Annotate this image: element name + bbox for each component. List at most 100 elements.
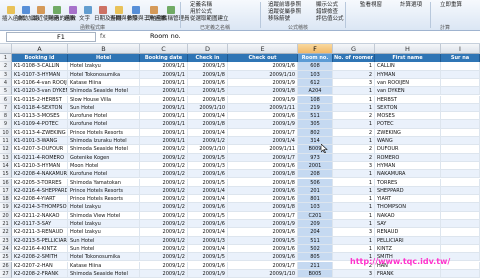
row-header[interactable]: 6 xyxy=(0,95,12,104)
cell[interactable]: SHEPPARD xyxy=(375,186,441,196)
cell[interactable]: Shimoda View Hotel xyxy=(68,211,140,220)
cell[interactable]: 208 xyxy=(298,170,333,179)
cell[interactable]: 2009/1/10 xyxy=(228,269,298,278)
cell[interactable]: K1-0207-3-DUFOUR xyxy=(12,145,68,154)
cell[interactable]: WANG xyxy=(375,137,441,146)
row-header[interactable]: 14 xyxy=(0,161,12,171)
cell[interactable]: 2009/1/8 xyxy=(188,95,228,104)
cell[interactable]: 2009/1/6 xyxy=(188,203,228,212)
column-header-E[interactable]: E xyxy=(228,44,298,54)
row-header[interactable]: 1 xyxy=(0,54,12,63)
ribbon-small-10[interactable]: 計算選項 xyxy=(400,2,422,8)
row-header[interactable]: 15 xyxy=(0,170,12,179)
cell[interactable]: 2009/1/10 xyxy=(188,145,228,154)
cell[interactable]: NAKAMURA xyxy=(375,170,441,179)
ribbon-small-8[interactable]: 評估值公式 xyxy=(316,16,344,22)
ribbon-small-0[interactable]: 定義名稱 xyxy=(190,2,212,8)
cell[interactable]: Sun Hotel xyxy=(68,236,140,245)
cell[interactable]: K2-0208-4-NAKAMURA xyxy=(12,170,68,179)
cell[interactable]: 506 xyxy=(298,178,333,187)
select-all-corner[interactable] xyxy=(0,44,12,54)
header-cell-G[interactable]: No. of roomer xyxy=(333,54,375,63)
cell[interactable]: Kurofune Hotel xyxy=(68,112,140,121)
cell[interactable]: MOSES xyxy=(375,112,441,121)
cell[interactable]: 2009/1/6 xyxy=(188,261,228,270)
cell[interactable]: C201 xyxy=(298,211,333,220)
cell[interactable]: 2009/1/6 xyxy=(228,161,298,171)
cell[interactable]: 2009/1/2 xyxy=(140,236,188,245)
cell[interactable]: K1-0118-4-SEXTON xyxy=(12,103,68,113)
row-header[interactable]: 25 xyxy=(0,253,12,262)
cell[interactable]: 2009/1/2 xyxy=(140,269,188,278)
cell[interactable]: 1 xyxy=(333,62,375,71)
header-cell-I[interactable]: Sur na xyxy=(441,54,480,63)
row-header[interactable]: 11 xyxy=(0,137,12,146)
cell[interactable]: 2001 xyxy=(298,161,333,171)
cell[interactable]: K2-0216-4-KINTZ xyxy=(12,244,68,254)
column-header-C[interactable]: C xyxy=(140,44,188,54)
cell[interactable]: 2009/1/8 xyxy=(188,120,228,129)
cell[interactable]: 2009/1/8 xyxy=(228,178,298,187)
cell[interactable]: HYMAN xyxy=(375,161,441,171)
cell[interactable]: Moon Hotel xyxy=(68,161,140,171)
row-header[interactable]: 20 xyxy=(0,211,12,220)
cell[interactable]: 1 xyxy=(333,103,375,113)
cell[interactable]: Hotel Izakyu xyxy=(68,220,140,229)
cell[interactable]: 2009/1/9 xyxy=(228,120,298,129)
cell[interactable]: 2009/1/2 xyxy=(140,211,188,220)
cell[interactable]: 2009/1/1 xyxy=(140,70,188,79)
cell[interactable] xyxy=(441,62,480,71)
cell[interactable]: Shimoda Izuraku Hotel xyxy=(68,137,140,146)
cell[interactable]: K1-0108-3-CALLIN xyxy=(12,62,68,71)
cell[interactable]: 2009/1/9 xyxy=(228,220,298,229)
cell[interactable] xyxy=(441,70,480,79)
cell[interactable]: 2009/1/5 xyxy=(228,236,298,245)
cell[interactable]: 2009/1/4 xyxy=(188,186,228,196)
cell[interactable]: 2009/1/6 xyxy=(228,228,298,237)
cell[interactable]: 1 xyxy=(333,211,375,220)
cell[interactable]: 2009/1/5 xyxy=(188,153,228,162)
cell[interactable]: 608 xyxy=(298,62,333,71)
cell[interactable]: ROMERO xyxy=(375,153,441,162)
cell[interactable]: K1-0113-3-MOSES xyxy=(12,112,68,121)
ribbon-small-3[interactable]: 追蹤前導參照 xyxy=(268,2,301,8)
cell[interactable] xyxy=(441,269,480,278)
cell[interactable]: Slow House Villa xyxy=(68,95,140,104)
cell[interactable]: 2 xyxy=(333,112,375,121)
cell[interactable]: 2009/1/1 xyxy=(140,87,188,96)
cell[interactable]: Hotel Izakyu xyxy=(68,203,140,212)
cell[interactable]: Hotel Tokonosumika xyxy=(68,253,140,262)
cell[interactable] xyxy=(441,186,480,196)
cell[interactable]: 1 xyxy=(333,137,375,146)
cell[interactable]: 1 xyxy=(333,203,375,212)
cell[interactable]: 2009/1/8 xyxy=(228,87,298,96)
cell[interactable]: K2-0208-2-SMITH xyxy=(12,253,68,262)
row-header[interactable]: 16 xyxy=(0,178,12,187)
cell[interactable]: 3 xyxy=(333,228,375,237)
header-cell-C[interactable]: Booking date xyxy=(140,54,188,63)
cell[interactable] xyxy=(441,161,480,171)
header-cell-F[interactable]: Room no. xyxy=(298,54,333,63)
cell[interactable]: 2009/1/5 xyxy=(188,178,228,187)
column-header-F[interactable]: F xyxy=(298,44,333,54)
cell[interactable] xyxy=(441,95,480,104)
cell[interactable]: 2009/1/1 xyxy=(140,120,188,129)
cell[interactable]: NAKAO xyxy=(375,211,441,220)
formula-input[interactable]: Room no. xyxy=(150,32,470,42)
cell[interactable]: 2009/1/9 xyxy=(188,269,228,278)
cell[interactable]: K2-0205-3-TORRES xyxy=(12,178,68,187)
cell[interactable] xyxy=(441,178,480,187)
row-header[interactable]: 10 xyxy=(0,128,12,137)
cell[interactable]: 1 xyxy=(333,244,375,254)
cell[interactable]: 2009/1/6 xyxy=(228,253,298,262)
cell[interactable]: KINTZ xyxy=(375,244,441,254)
row-header[interactable]: 9 xyxy=(0,120,12,129)
cell[interactable]: van DYKEN xyxy=(375,87,441,96)
cell[interactable]: 2009/1/2 xyxy=(140,195,188,204)
cell[interactable]: Shimoda Seaside Hotel xyxy=(68,269,140,278)
cell[interactable]: 2009/1/4 xyxy=(188,195,228,204)
cell[interactable] xyxy=(441,170,480,179)
cell[interactable] xyxy=(441,145,480,154)
cell[interactable] xyxy=(441,128,480,137)
cell[interactable]: Gotenike Kogen xyxy=(68,153,140,162)
